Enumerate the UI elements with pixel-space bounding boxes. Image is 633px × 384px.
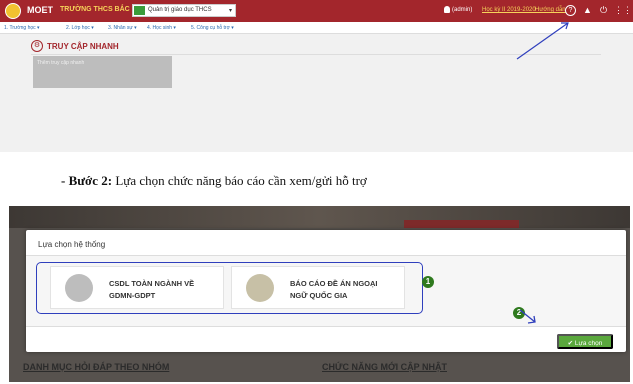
system-select-screenshot: DANH MỤC HỎI ĐÁP THEO NHÓM CHỨC NĂNG MỚI… [9,206,630,382]
step-label: - Bước 2: [61,173,113,188]
step-text: Lựa chọn chức năng báo cáo cần xem/gửi h… [112,173,367,188]
annotation-arrow [516,22,569,60]
dashboard-screenshot: MOET TRƯỜNG THCS BẮC KẠN Quản trị giáo d… [0,0,633,152]
annotation-arrow [519,309,536,324]
step-caption: - Bước 2: Lựa chọn chức năng báo cáo cần… [61,173,367,189]
